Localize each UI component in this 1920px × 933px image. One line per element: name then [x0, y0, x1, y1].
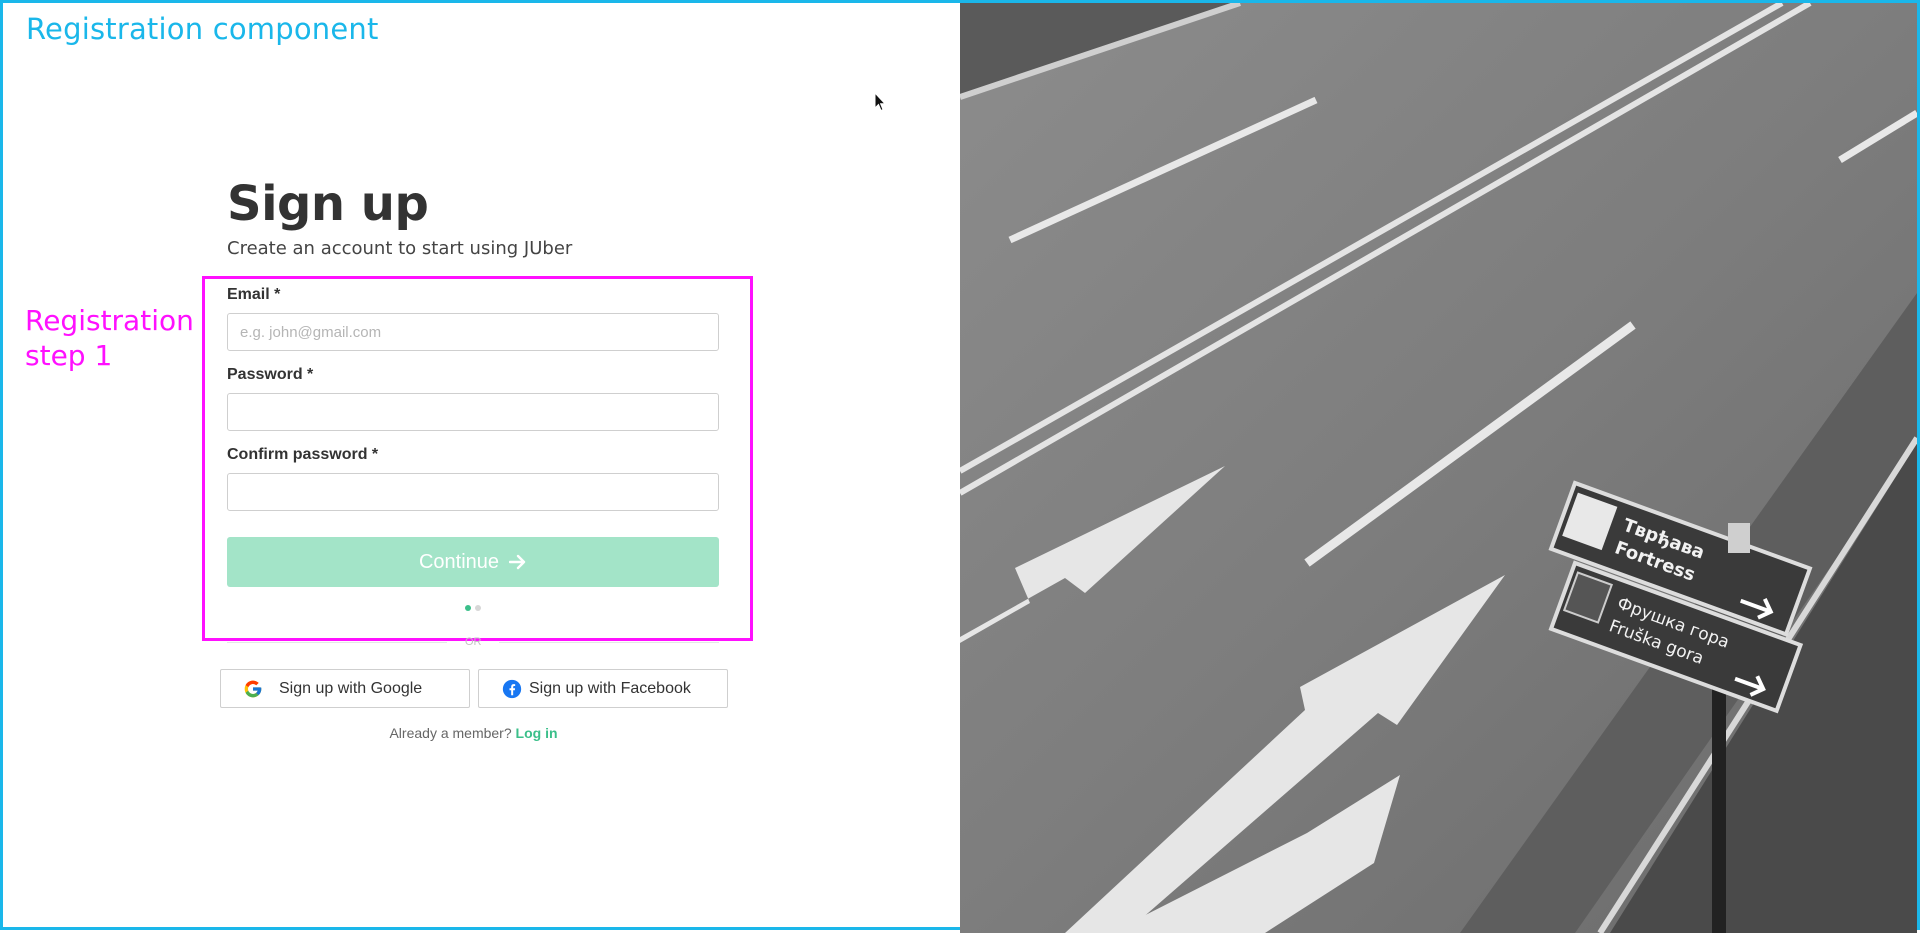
annotation-step-line1: Registration — [25, 304, 194, 337]
google-signup-button[interactable]: Sign up with Google — [220, 669, 470, 708]
sign-finial — [1728, 523, 1750, 553]
login-prompt-text: Already a member? — [389, 725, 512, 741]
or-text: OR — [465, 636, 482, 648]
or-divider: OR — [227, 636, 719, 648]
divider-line — [499, 642, 719, 643]
facebook-signup-button[interactable]: Sign up with Facebook — [478, 669, 728, 708]
google-icon — [242, 678, 264, 700]
annotation-step-line2: step 1 — [25, 339, 113, 372]
annotation-step: Registration step 1 — [25, 303, 194, 373]
login-prompt: Already a member? Log in — [0, 725, 947, 741]
road-illustration: Тврђава Fortress Фрушка гора Fruška gora — [960, 3, 1917, 933]
divider-line — [227, 642, 447, 643]
facebook-icon — [501, 678, 523, 700]
hero-photo: Тврђава Fortress Фрушка гора Fruška gora — [960, 3, 1917, 933]
facebook-signup-label: Sign up with Facebook — [529, 679, 691, 697]
page-subtitle: Create an account to start using JUber — [227, 238, 573, 259]
annotation-title: Registration component — [26, 12, 379, 46]
login-link[interactable]: Log in — [516, 725, 558, 741]
step-highlight — [202, 276, 753, 641]
google-signup-label: Sign up with Google — [279, 679, 423, 697]
cursor-icon — [874, 92, 886, 112]
sign-pole — [1712, 673, 1726, 933]
page-title: Sign up — [227, 176, 429, 232]
